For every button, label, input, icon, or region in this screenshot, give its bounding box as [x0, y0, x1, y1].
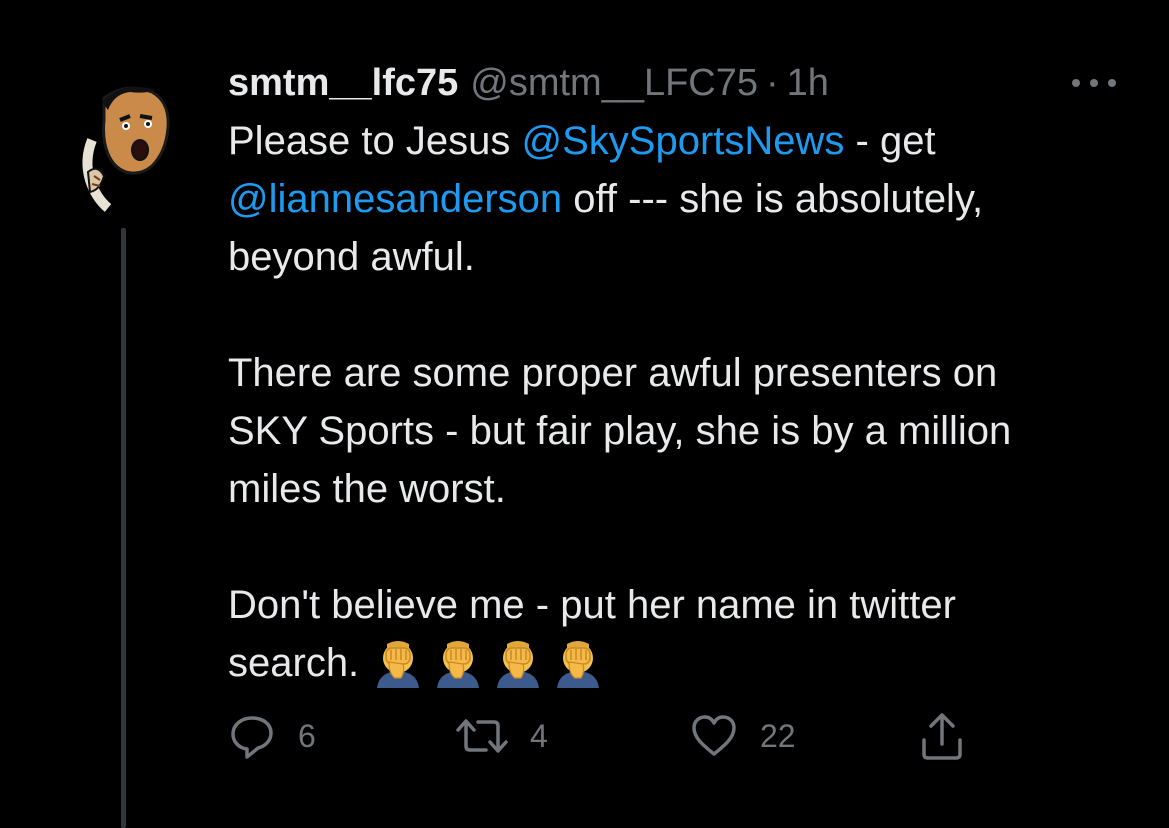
thread-line	[121, 228, 126, 828]
mention-skysportsnews[interactable]: @SkySportsNews	[522, 119, 845, 163]
text-segment: off --- she is absolutely,	[562, 177, 984, 221]
text-segment: Please to Jesus	[228, 119, 522, 163]
more-icon[interactable]	[1072, 76, 1116, 90]
text-segment: SKY Sports - but fair play, she is by a …	[228, 409, 1012, 453]
text-segment: - get	[844, 119, 936, 163]
tweet-paragraph: Please to Jesus @SkySportsNews - get @li…	[228, 112, 1128, 286]
text-segment: miles the worst.	[228, 467, 506, 511]
retweet-count: 4	[530, 717, 548, 754]
share-icon	[922, 713, 962, 760]
tweet-paragraph: Don't believe me - put her name in twitt…	[228, 576, 1128, 692]
facepalm-emoji-icon	[557, 641, 600, 688]
like-count: 22	[760, 717, 796, 754]
display-name[interactable]: smtm__lfc75	[228, 58, 458, 108]
reply-count: 6	[298, 717, 316, 754]
facepalm-emoji-icon	[377, 641, 420, 688]
retweet-button[interactable]: 4	[456, 712, 548, 760]
like-button[interactable]: 22	[690, 712, 796, 760]
tweet-header: smtm__lfc75 @smtm__LFC75 · 1h	[228, 58, 1128, 108]
facepalm-emoji-icon	[437, 641, 480, 688]
facepalm-emoji-icon	[497, 641, 540, 688]
text-segment: beyond awful.	[228, 235, 475, 279]
text-segment: search.	[228, 641, 360, 685]
timestamp[interactable]: 1h	[787, 58, 829, 108]
emoji-row	[373, 638, 603, 688]
avatar-image	[82, 86, 170, 212]
share-button[interactable]	[918, 712, 966, 762]
separator-dot: ·	[766, 62, 779, 104]
tweet-paragraph: There are some proper awful presenters o…	[228, 344, 1128, 518]
avatar[interactable]	[74, 80, 180, 212]
text-segment: There are some proper awful presenters o…	[228, 351, 998, 395]
tweet[interactable]: smtm__lfc75 @smtm__LFC75 · 1h Please to …	[0, 0, 1169, 828]
tweet-text: Please to Jesus @SkySportsNews - get @li…	[228, 112, 1128, 692]
retweet-icon	[456, 719, 508, 753]
tweet-content: smtm__lfc75 @smtm__LFC75 · 1h Please to …	[228, 58, 1128, 692]
text-segment: Don't believe me - put her name in twitt…	[228, 583, 956, 627]
reply-button[interactable]: 6	[228, 712, 316, 760]
heart-icon	[692, 715, 736, 756]
reply-icon	[231, 716, 273, 759]
tweet-actions: 6 4 22	[228, 712, 988, 764]
mention-liannesanderson[interactable]: @liannesanderson	[228, 177, 562, 221]
user-handle[interactable]: @smtm__LFC75	[470, 58, 758, 108]
